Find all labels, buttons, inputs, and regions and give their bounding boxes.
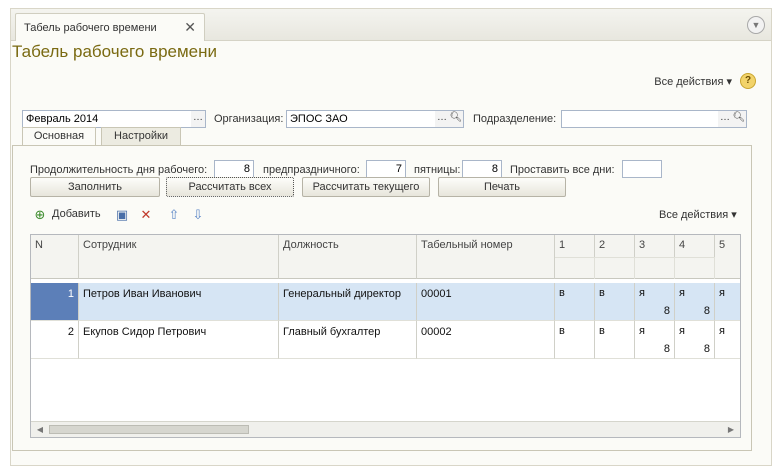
column-header-employee[interactable]: Сотрудник xyxy=(79,235,279,279)
dept-field[interactable] xyxy=(561,110,719,128)
day-cell[interactable]: я8 xyxy=(675,283,715,321)
column-header-day-5[interactable]: 5 xyxy=(715,235,740,279)
friday-hours-input[interactable]: 8 xyxy=(462,160,502,178)
timesheet-table[interactable]: N Сотрудник Должность Табельный номер 1 … xyxy=(30,234,741,438)
calc-all-button[interactable]: Рассчитать всех xyxy=(166,177,294,197)
header-day-sub xyxy=(595,257,635,279)
column-header-n[interactable]: N xyxy=(31,235,79,279)
day-cell[interactable]: я8 xyxy=(635,283,675,321)
all-actions-menu[interactable]: Все действия ▾ xyxy=(654,75,732,88)
copy-icon[interactable]: ▣ xyxy=(114,207,130,223)
row-number-cell[interactable]: 1 xyxy=(31,283,79,321)
all-days-label: Проставить все дни: xyxy=(510,164,615,176)
add-button[interactable]: Добавить xyxy=(52,208,101,220)
table-row[interactable]: 1 Петров Иван Иванович Генеральный дирек… xyxy=(31,283,740,321)
day-cell[interactable]: в xyxy=(595,283,635,321)
row-number-cell[interactable]: 2 xyxy=(31,321,79,359)
arrow-up-icon[interactable]: ⇧ xyxy=(166,207,182,223)
dept-label: Подразделение: xyxy=(473,113,557,125)
preholiday-label: предпраздничного: xyxy=(263,164,360,176)
scrollbar-thumb[interactable] xyxy=(49,425,249,434)
friday-label: пятницы: xyxy=(414,164,461,176)
tab-number-cell[interactable]: 00001 xyxy=(417,283,555,321)
position-cell[interactable]: Генеральный директор xyxy=(279,283,417,321)
employee-cell[interactable]: Петров Иван Иванович xyxy=(79,283,279,321)
chevron-down-icon[interactable]: ▼ xyxy=(747,16,765,34)
arrow-down-icon[interactable]: ⇩ xyxy=(190,207,206,223)
table-row[interactable]: 2 Екупов Сидор Петрович Главный бухгалте… xyxy=(31,321,740,359)
day-cell[interactable]: я xyxy=(715,321,740,359)
org-label: Организация: xyxy=(214,113,284,125)
delete-icon[interactable]: ✕ xyxy=(138,207,154,223)
header-day-sub xyxy=(635,257,675,279)
all-days-input[interactable] xyxy=(622,160,662,178)
period-field[interactable]: Февраль 2014 xyxy=(22,110,192,128)
tab-bar: Табель рабочего времени ✕ ▼ xyxy=(11,9,771,41)
tab-label: Табель рабочего времени xyxy=(24,22,157,34)
tab-settings[interactable]: Настройки xyxy=(101,127,181,145)
search-icon[interactable]: 🔍︎ xyxy=(732,110,747,128)
fill-button[interactable]: Заполнить xyxy=(30,177,160,197)
employee-cell[interactable]: Екупов Сидор Петрович xyxy=(79,321,279,359)
period-select-button[interactable]: … xyxy=(191,110,206,128)
tab-timesheet[interactable]: Табель рабочего времени ✕ xyxy=(15,13,205,41)
tab-number-cell[interactable]: 00002 xyxy=(417,321,555,359)
day-cell[interactable]: я xyxy=(715,283,740,321)
day-cell[interactable]: в xyxy=(555,283,595,321)
header-day-sub xyxy=(555,257,595,279)
page-title: Табель рабочего времени xyxy=(12,42,218,61)
help-icon[interactable]: ? xyxy=(740,73,756,89)
calc-current-button[interactable]: Рассчитать текущего xyxy=(302,177,430,197)
search-icon[interactable]: 🔍︎ xyxy=(449,110,464,128)
column-header-position[interactable]: Должность xyxy=(279,235,417,279)
scroll-right-icon[interactable]: ▶ xyxy=(725,424,737,435)
header-day-sub xyxy=(675,257,715,279)
scroll-left-icon[interactable]: ◀ xyxy=(34,424,46,435)
horizontal-scrollbar[interactable]: ◀ ▶ xyxy=(31,421,740,437)
day-cell[interactable]: я8 xyxy=(635,321,675,359)
column-header-tab-number[interactable]: Табельный номер xyxy=(417,235,555,279)
close-icon[interactable]: ✕ xyxy=(184,19,196,36)
day-cell[interactable]: я8 xyxy=(675,321,715,359)
workday-hours-input[interactable]: 8 xyxy=(214,160,254,178)
day-cell[interactable]: в xyxy=(595,321,635,359)
day-cell[interactable]: в xyxy=(555,321,595,359)
position-cell[interactable]: Главный бухгалтер xyxy=(279,321,417,359)
org-select-button[interactable]: … xyxy=(435,110,450,128)
tab-main[interactable]: Основная xyxy=(22,127,96,146)
org-field[interactable]: ЭПОС ЗАО xyxy=(286,110,436,128)
add-icon[interactable]: ⊕ xyxy=(32,207,48,223)
print-button[interactable]: Печать xyxy=(438,177,566,197)
workday-label: Продолжительность дня рабочего: xyxy=(30,164,208,176)
preholiday-hours-input[interactable]: 7 xyxy=(366,160,406,178)
table-all-actions-menu[interactable]: Все действия ▾ xyxy=(659,208,737,221)
dept-select-button[interactable]: … xyxy=(718,110,733,128)
